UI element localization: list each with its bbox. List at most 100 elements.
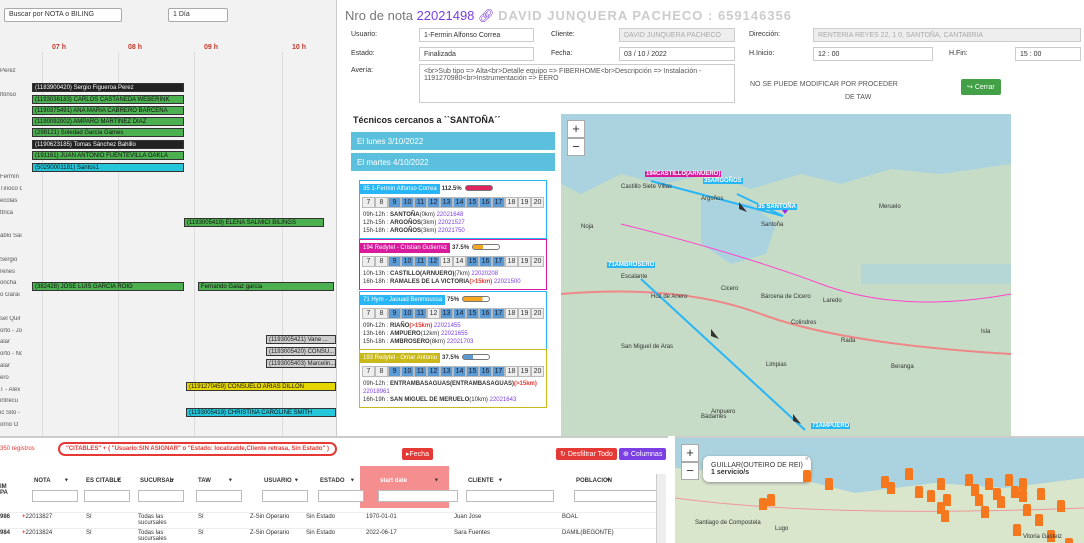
desfiltrar-button[interactable]: ↻ Desfiltrar Todo (556, 448, 617, 460)
map-tech-tag[interactable]: 71AMBROSERO (607, 262, 656, 268)
schedule-job[interactable]: Fernando Galaz garcia (198, 282, 334, 291)
assignment-note-link[interactable]: 22021643 (490, 397, 517, 403)
range-select[interactable]: 1 Día (168, 8, 228, 22)
map-marker-icon[interactable] (937, 478, 945, 490)
hour-cell[interactable]: 18 (505, 197, 518, 208)
map-marker-icon[interactable] (803, 470, 811, 482)
hour-cell[interactable]: 9 (388, 197, 401, 208)
schedule-job[interactable]: (298121) Soledad García Gámes (32, 128, 184, 137)
map-marker-icon[interactable] (997, 496, 1005, 508)
map-tech-tag[interactable]: 71AMPUERO (811, 423, 851, 429)
zoom-in-button[interactable]: + (567, 120, 585, 138)
hour-cell[interactable]: 8 (375, 308, 388, 319)
hour-cell[interactable]: 12 (427, 256, 440, 267)
schedule-job[interactable]: (1190092002) AMPARO MARTINEZ DIAZ (32, 117, 184, 126)
hour-cell[interactable]: 18 (505, 366, 518, 377)
map-tech-tag[interactable]: 194CASTILLO(ARNUERO) (645, 171, 722, 177)
hour-cell[interactable]: 14 (453, 197, 466, 208)
assignment-note-link[interactable]: 22021750 (438, 228, 465, 234)
hour-cell[interactable]: 15 (466, 197, 479, 208)
note-id[interactable]: 22021498 (417, 8, 475, 23)
hour-cell[interactable]: 20 (531, 256, 544, 267)
hour-cell[interactable]: 16 (479, 308, 492, 319)
map-marker-icon[interactable] (915, 486, 923, 498)
column-filter-input[interactable] (466, 490, 554, 502)
hour-cell[interactable]: 9 (388, 308, 401, 319)
map-marker-icon[interactable] (1011, 486, 1019, 498)
hour-cell[interactable]: 20 (531, 197, 544, 208)
column-filter-input[interactable] (32, 490, 78, 502)
schedule-job[interactable]: (1193005419) CHRISTINA CAROLINE SMITH (186, 408, 336, 417)
hour-cell[interactable]: 8 (375, 256, 388, 267)
hour-cell[interactable]: 14 (453, 308, 466, 319)
services-map[interactable]: + − GUILLAR(OUTEIRO DE REI) 1 servicio/s… (675, 436, 1084, 543)
map2-zoom-in[interactable]: + (681, 444, 699, 462)
hour-cell[interactable]: 11 (414, 256, 427, 267)
column-header[interactable]: start date (380, 478, 407, 484)
day1-header[interactable]: El lunes 3/10/2022 (351, 132, 555, 150)
hour-cell[interactable]: 9 (388, 256, 401, 267)
map-marker-icon[interactable] (927, 490, 935, 502)
tech-card[interactable]: 193 Redytel - Omar Antonio 37.5% 7 8 9 10 11 12… (359, 349, 547, 408)
hour-cell[interactable]: 10 (401, 366, 414, 377)
map-marker-icon[interactable] (767, 494, 775, 506)
schedule-job[interactable]: (1193005419) ELENA SALMICI BILINGS (184, 218, 324, 227)
hour-cell[interactable]: 7 (362, 308, 375, 319)
assignment-note-link[interactable]: 22018961 (363, 389, 390, 395)
active-filter[interactable]: "CITABLES" + ( "Usuario:SIN ASIGNAR" o "… (58, 442, 337, 456)
assignment-note-link[interactable]: 22021527 (438, 220, 465, 226)
filter-icon[interactable]: ⯆ (350, 478, 355, 485)
assignment-note-link[interactable]: 22021703 (447, 339, 474, 345)
hour-cell[interactable]: 7 (362, 256, 375, 267)
column-header[interactable]: TAW (198, 478, 211, 484)
map-marker-icon[interactable] (1035, 514, 1043, 526)
schedule-job[interactable]: (382428) JOSÉ LUIS GARCIA ROIG (32, 282, 184, 291)
hour-cell[interactable]: 17 (492, 366, 505, 377)
schedule-job[interactable]: (1193005421) Vane ... (266, 335, 336, 344)
hour-cell[interactable]: 9 (388, 366, 401, 377)
popup-close-icon[interactable]: × (805, 456, 809, 463)
hour-cell[interactable]: 10 (401, 256, 414, 267)
filter-icon[interactable]: ⯆ (228, 478, 233, 485)
hour-cell[interactable]: 16 (479, 366, 492, 377)
filter-icon[interactable]: ⯆ (64, 478, 69, 485)
filter-icon[interactable]: ⯆ (116, 478, 121, 485)
hour-cell[interactable]: 17 (492, 256, 505, 267)
filter-icon[interactable]: ⯆ (434, 478, 439, 485)
column-filter-input[interactable] (196, 490, 242, 502)
hour-cell[interactable]: 20 (531, 366, 544, 377)
schedule-job[interactable]: (1190623185) Tomas Sánchez Bahillo (32, 140, 184, 149)
hour-cell[interactable]: 13 (440, 366, 453, 377)
column-header[interactable]: ESTADO (320, 478, 345, 484)
hour-cell[interactable]: 19 (518, 197, 531, 208)
fecha-button[interactable]: ▸Fecha (402, 448, 433, 460)
map-marker-icon[interactable] (1057, 500, 1065, 512)
map-marker-icon[interactable] (887, 482, 895, 494)
hour-cell[interactable]: 7 (362, 366, 375, 377)
assignment-note-link[interactable]: 22021648 (437, 212, 464, 218)
hour-cell[interactable]: 19 (518, 308, 531, 319)
hour-cell[interactable]: 18 (505, 308, 518, 319)
tech-card[interactable]: 71 Hym - Jaouad Benmoussa 75% 7 8 9 10 11 12 13 1… (359, 291, 547, 350)
map-marker-icon[interactable] (943, 494, 951, 506)
hour-cell[interactable]: 14 (453, 366, 466, 377)
zoom-out-button[interactable]: − (567, 138, 585, 156)
column-filter-input[interactable] (262, 490, 308, 502)
cell-nota[interactable]: +22013824 (22, 530, 52, 536)
filter-icon[interactable]: ⯆ (294, 478, 299, 485)
hour-cell[interactable]: 13 (440, 256, 453, 267)
filter-icon[interactable]: ⯆ (606, 478, 611, 485)
columnas-button[interactable]: ⊕ Columnas (619, 448, 667, 460)
map-marker-icon[interactable] (1013, 524, 1021, 536)
column-filter-input[interactable] (318, 490, 364, 502)
hour-cell[interactable]: 15 (466, 256, 479, 267)
hour-cell[interactable]: 12 (427, 308, 440, 319)
map-marker-icon[interactable] (1019, 478, 1027, 490)
hour-cell[interactable]: 12 (427, 197, 440, 208)
hour-cell[interactable]: 8 (375, 366, 388, 377)
schedule-job[interactable]: (1183900420) Sergio Figueroa Perez (32, 83, 184, 92)
map-tech-tag[interactable]: 35ARGOÑOS (703, 178, 743, 184)
hour-cell[interactable]: 15 (466, 366, 479, 377)
assignment-note-link[interactable]: 22021455 (434, 323, 461, 329)
column-header[interactable]: CLIENTE (468, 478, 494, 484)
